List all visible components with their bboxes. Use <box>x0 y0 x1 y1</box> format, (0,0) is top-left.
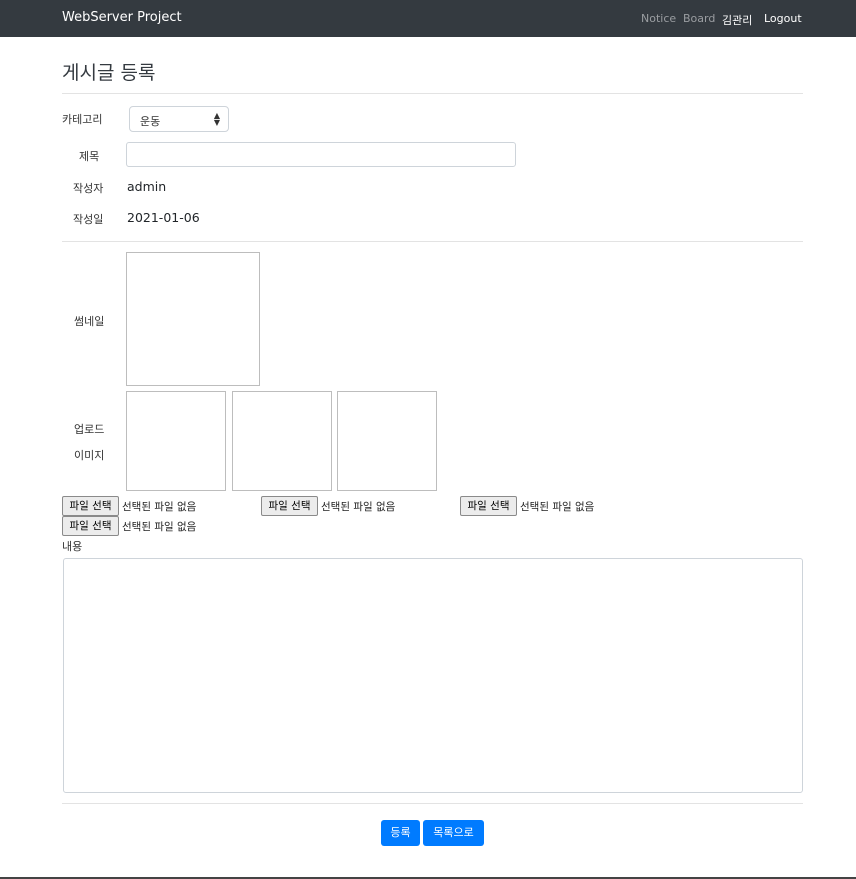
file-choose-button-3[interactable]: 파일 선택 <box>460 496 517 516</box>
nav-link-notice[interactable]: Notice <box>641 12 676 25</box>
upload-image-preview-1 <box>126 391 226 491</box>
upload-image-preview-3 <box>337 391 437 491</box>
content-textarea[interactable] <box>63 558 803 793</box>
file-status-2: 선택된 파일 없음 <box>321 501 396 513</box>
upload-label-line2: 이미지 <box>74 449 105 462</box>
upload-label-line1: 업로드 <box>74 423 105 436</box>
divider <box>62 803 803 804</box>
select-arrows-icon: ▲ ▼ <box>213 111 220 127</box>
top-navbar: WebServer Project Notice Board 김관리 Logou… <box>0 0 856 37</box>
file-choose-button-4[interactable]: 파일 선택 <box>62 516 119 536</box>
thumbnail-preview <box>126 252 260 386</box>
file-choose-button-1[interactable]: 파일 선택 <box>62 496 119 516</box>
back-to-list-button[interactable]: 목록으로 <box>423 820 484 846</box>
file-choose-button-2[interactable]: 파일 선택 <box>261 496 318 516</box>
nav-link-logout[interactable]: Logout <box>764 12 802 25</box>
title-label: 제목 <box>79 150 100 163</box>
divider <box>62 93 803 94</box>
file-status-1: 선택된 파일 없음 <box>122 501 197 513</box>
category-selected-value: 운동 <box>140 115 161 128</box>
file-status-3: 선택된 파일 없음 <box>520 501 595 513</box>
page-title: 게시글 등록 <box>62 62 156 84</box>
nav-link-board[interactable]: Board <box>683 12 715 25</box>
category-label: 카테고리 <box>62 113 103 126</box>
date-label: 작성일 <box>73 213 104 226</box>
author-value: admin <box>127 179 167 194</box>
nav-link-user[interactable]: 김관리 <box>722 12 752 28</box>
content-label: 내용 <box>62 540 83 553</box>
category-select[interactable]: 운동 ▲ ▼ <box>129 106 229 132</box>
divider <box>62 241 803 242</box>
navbar-brand[interactable]: WebServer Project <box>62 10 182 25</box>
thumbnail-label: 썸네일 <box>74 315 105 328</box>
file-status-4: 선택된 파일 없음 <box>122 521 197 533</box>
title-input[interactable] <box>126 142 516 167</box>
author-label: 작성자 <box>73 182 104 195</box>
upload-image-preview-2 <box>232 391 332 491</box>
date-value: 2021-01-06 <box>127 210 200 225</box>
submit-button[interactable]: 등록 <box>381 820 420 846</box>
